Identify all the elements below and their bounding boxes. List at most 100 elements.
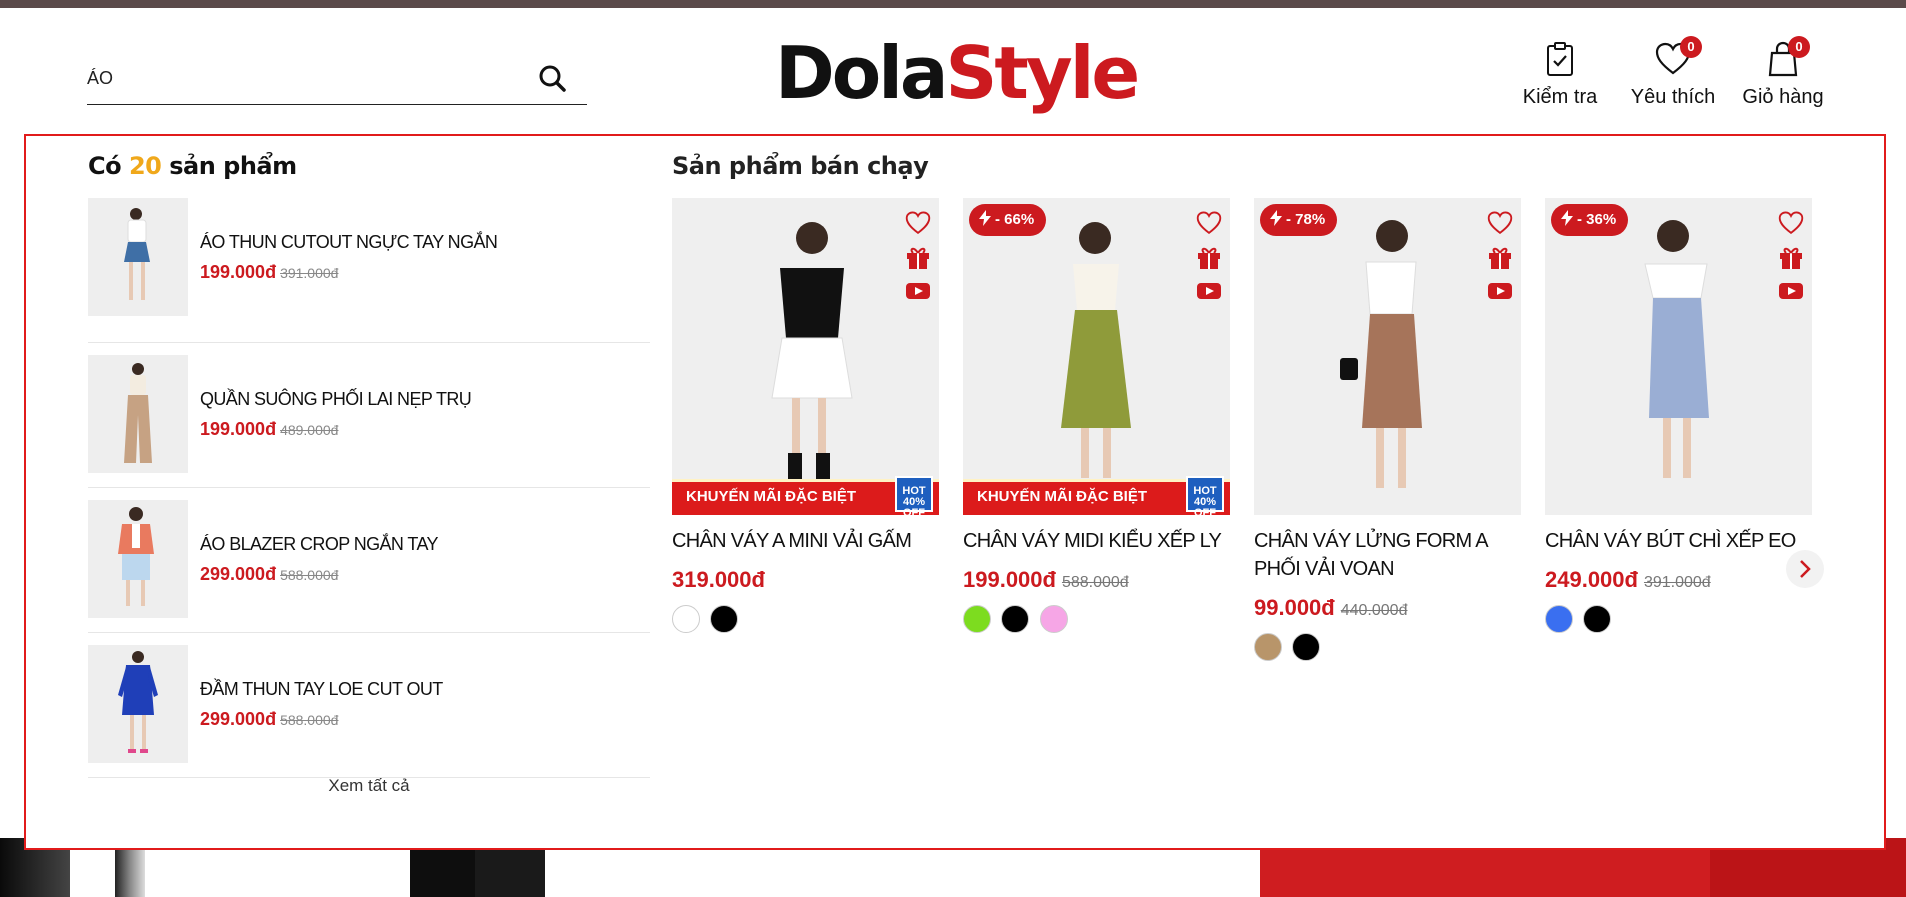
product-quick-actions [1485, 206, 1515, 308]
product-image[interactable]: KHUYẾN MÃI ĐẶC BIỆT HOT 40% OFF [672, 198, 939, 515]
product-name[interactable]: CHÂN VÁY BÚT CHÌ XẾP EO [1545, 527, 1812, 555]
search-result-list: ÁO THUN CUTOUT NGỰC TAY NGẮN 199.000đ 391… [88, 198, 650, 778]
product-current-price: 99.000đ [1254, 595, 1335, 620]
discount-text: - 78% [1286, 211, 1326, 228]
results-title-prefix: Có [88, 152, 122, 180]
product-card: - 36% CHÂN VÁY BÚT CHÌ XẾP EO 249.000đ 39 [1545, 198, 1812, 635]
result-name[interactable]: QUẦN SUÔNG PHỐI LAI NẸP TRỤ [200, 389, 472, 410]
product-card: KHUYẾN MÃI ĐẶC BIỆT HOT 40% OFF CHÂN VÁY… [672, 198, 939, 635]
product-image[interactable]: - 66% KHUYẾN MÃI ĐẶC BIỆT HOT 40% OFF [963, 198, 1230, 515]
result-name[interactable]: ĐẦM THUN TAY LOE CUT OUT [200, 679, 443, 700]
product-old-price: 391.000đ [1643, 574, 1711, 591]
site-logo[interactable]: DolaStyle [775, 28, 1140, 118]
wishlist-label: Yêu thích [1630, 86, 1716, 108]
wishlist-heart-icon[interactable] [1776, 206, 1806, 240]
product-name[interactable]: CHÂN VÁY A MINI VẢI GẤM [672, 527, 939, 555]
video-play-icon[interactable] [1776, 274, 1806, 308]
product-current-price: 249.000đ [1545, 567, 1638, 592]
video-play-icon[interactable] [903, 274, 933, 308]
result-current-price: 199.000đ [200, 419, 277, 439]
search-box [87, 55, 587, 105]
product-name[interactable]: CHÂN VÁY LỬNG FORM A PHỐI VẢI VOAN [1254, 527, 1521, 583]
result-price: 199.000đ 391.000đ [200, 262, 338, 283]
color-swatch-green[interactable] [963, 605, 991, 633]
wishlist-count-badge: 0 [1680, 36, 1702, 58]
product-price: 99.000đ 440.000đ [1254, 595, 1521, 621]
wishlist-heart-icon[interactable] [1194, 206, 1224, 240]
result-current-price: 299.000đ [200, 709, 277, 729]
chevron-right-icon [1800, 560, 1811, 578]
gift-icon[interactable] [1485, 240, 1515, 274]
color-swatch-pink[interactable] [1039, 605, 1068, 633]
result-old-price: 588.000đ [280, 567, 339, 583]
color-swatch-black[interactable] [710, 605, 739, 633]
promo-banner: KHUYẾN MÃI ĐẶC BIỆT HOT 40% OFF [963, 476, 1230, 515]
result-name[interactable]: ÁO THUN CUTOUT NGỰC TAY NGẮN [200, 232, 498, 253]
color-swatch-black[interactable] [1583, 605, 1612, 633]
product-current-price: 319.000đ [672, 567, 765, 592]
gift-icon[interactable] [1194, 240, 1224, 274]
gift-icon[interactable] [1776, 240, 1806, 274]
best-sellers-heading: Sản phẩm bán chạy [672, 152, 929, 180]
search-results-dropdown: Có 20 sản phẩm ÁO THUN CUTOUT NGỰC TAY N… [24, 134, 1886, 850]
lightning-icon [1561, 210, 1573, 226]
search-result-item[interactable]: ÁO THUN CUTOUT NGỰC TAY NGẮN 199.000đ 391… [88, 198, 650, 343]
color-swatch-white[interactable] [672, 605, 700, 633]
result-price: 299.000đ 588.000đ [200, 564, 338, 585]
result-price: 299.000đ 588.000đ [200, 709, 338, 730]
product-old-price: 440.000đ [1340, 602, 1408, 619]
product-current-price: 199.000đ [963, 567, 1056, 592]
cart-label: Giỏ hàng [1742, 86, 1824, 108]
browser-top-bar [0, 0, 1906, 8]
product-image[interactable]: - 36% [1545, 198, 1812, 515]
product-thumbnail[interactable] [88, 645, 188, 763]
product-thumbnail[interactable] [88, 198, 188, 316]
search-icon [539, 65, 566, 92]
search-result-item[interactable]: ĐẦM THUN TAY LOE CUT OUT 299.000đ 588.000… [88, 633, 650, 778]
wishlist-heart-icon[interactable] [1485, 206, 1515, 240]
color-swatch-black[interactable] [1001, 605, 1030, 633]
search-button[interactable] [533, 59, 573, 99]
result-old-price: 489.000đ [280, 422, 339, 438]
product-image[interactable]: - 78% [1254, 198, 1521, 515]
result-old-price: 391.000đ [280, 265, 339, 281]
wishlist-link[interactable]: 0 Yêu thích [1618, 36, 1728, 118]
product-quick-actions [903, 206, 933, 308]
cart-count-badge: 0 [1788, 36, 1810, 58]
search-result-item[interactable]: QUẦN SUÔNG PHỐI LAI NẸP TRỤ 199.000đ 489.… [88, 343, 650, 488]
product-thumbnail[interactable] [88, 500, 188, 618]
see-all-link[interactable]: Xem tất cả [88, 776, 650, 796]
gift-icon[interactable] [903, 240, 933, 274]
check-order-link[interactable]: Kiểm tra [1510, 38, 1610, 118]
promo-badge: HOT 40% OFF [895, 476, 933, 515]
color-swatches [1254, 633, 1521, 663]
discount-text: - 36% [1577, 211, 1617, 228]
wishlist-heart-icon[interactable] [903, 206, 933, 240]
discount-badge: - 36% [1551, 204, 1629, 236]
color-swatch-black[interactable] [1292, 633, 1321, 661]
result-current-price: 199.000đ [200, 262, 277, 282]
lightning-icon [979, 210, 991, 226]
cart-link[interactable]: 0 Giỏ hàng [1728, 36, 1838, 118]
result-old-price: 588.000đ [280, 712, 339, 728]
search-input[interactable] [87, 61, 507, 95]
color-swatch-blue[interactable] [1545, 605, 1573, 633]
video-play-icon[interactable] [1194, 274, 1224, 308]
search-result-item[interactable]: ÁO BLAZER CROP NGẮN TAY 299.000đ 588.000đ [88, 488, 650, 633]
check-order-label: Kiểm tra [1522, 86, 1598, 108]
video-play-icon[interactable] [1485, 274, 1515, 308]
promo-badge: HOT 40% OFF [1186, 476, 1224, 515]
carousel-next-button[interactable] [1786, 550, 1824, 588]
color-swatches [1545, 605, 1812, 635]
result-name[interactable]: ÁO BLAZER CROP NGẮN TAY [200, 534, 439, 555]
results-count-heading: Có 20 sản phẩm [88, 152, 297, 180]
product-name[interactable]: CHÂN VÁY MIDI KIỂU XẾP LY [963, 527, 1230, 555]
result-price: 199.000đ 489.000đ [200, 419, 338, 440]
color-swatches [672, 605, 939, 635]
product-old-price: 588.000đ [1061, 574, 1129, 591]
promo-text: KHUYẾN MÃI ĐẶC BIỆT [977, 488, 1148, 505]
lightning-icon [1270, 210, 1282, 226]
discount-badge: - 66% [969, 204, 1047, 236]
product-thumbnail[interactable] [88, 355, 188, 473]
color-swatch-tan[interactable] [1254, 633, 1282, 661]
